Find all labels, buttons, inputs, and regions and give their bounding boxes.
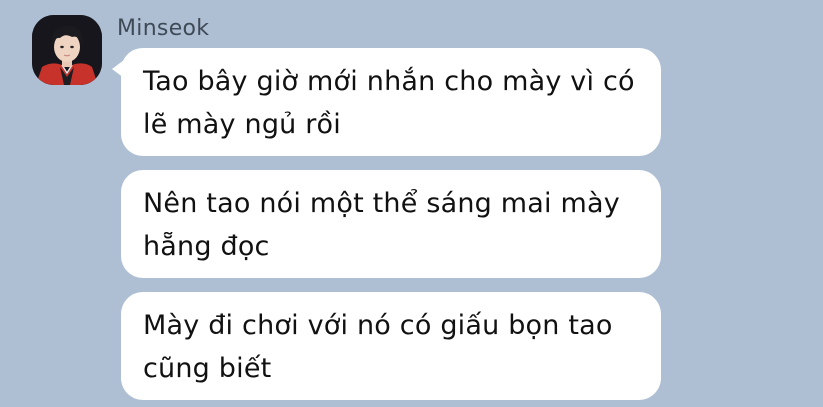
message-bubble[interactable]: Mày đi chơi với nó có giấu bọn tao cũng …	[121, 292, 661, 400]
message-text: Mày đi chơi với nó có giấu bọn tao cũng …	[143, 310, 613, 384]
avatar-image	[32, 15, 102, 85]
message-text: Tao bây giờ mới nhắn cho mày vì có lẽ mà…	[143, 66, 635, 140]
avatar[interactable]	[32, 15, 102, 85]
sender-name: Minseok	[117, 16, 210, 41]
message-text: Nên tao nói một thể sáng mai mày hẵng đọ…	[143, 188, 620, 262]
message-bubble[interactable]: Nên tao nói một thể sáng mai mày hẵng đọ…	[121, 170, 661, 278]
chat-view: Minseok Tao bây giờ mới nhắn cho mày vì …	[0, 0, 823, 407]
message-bubble[interactable]: Tao bây giờ mới nhắn cho mày vì có lẽ mà…	[112, 48, 661, 156]
